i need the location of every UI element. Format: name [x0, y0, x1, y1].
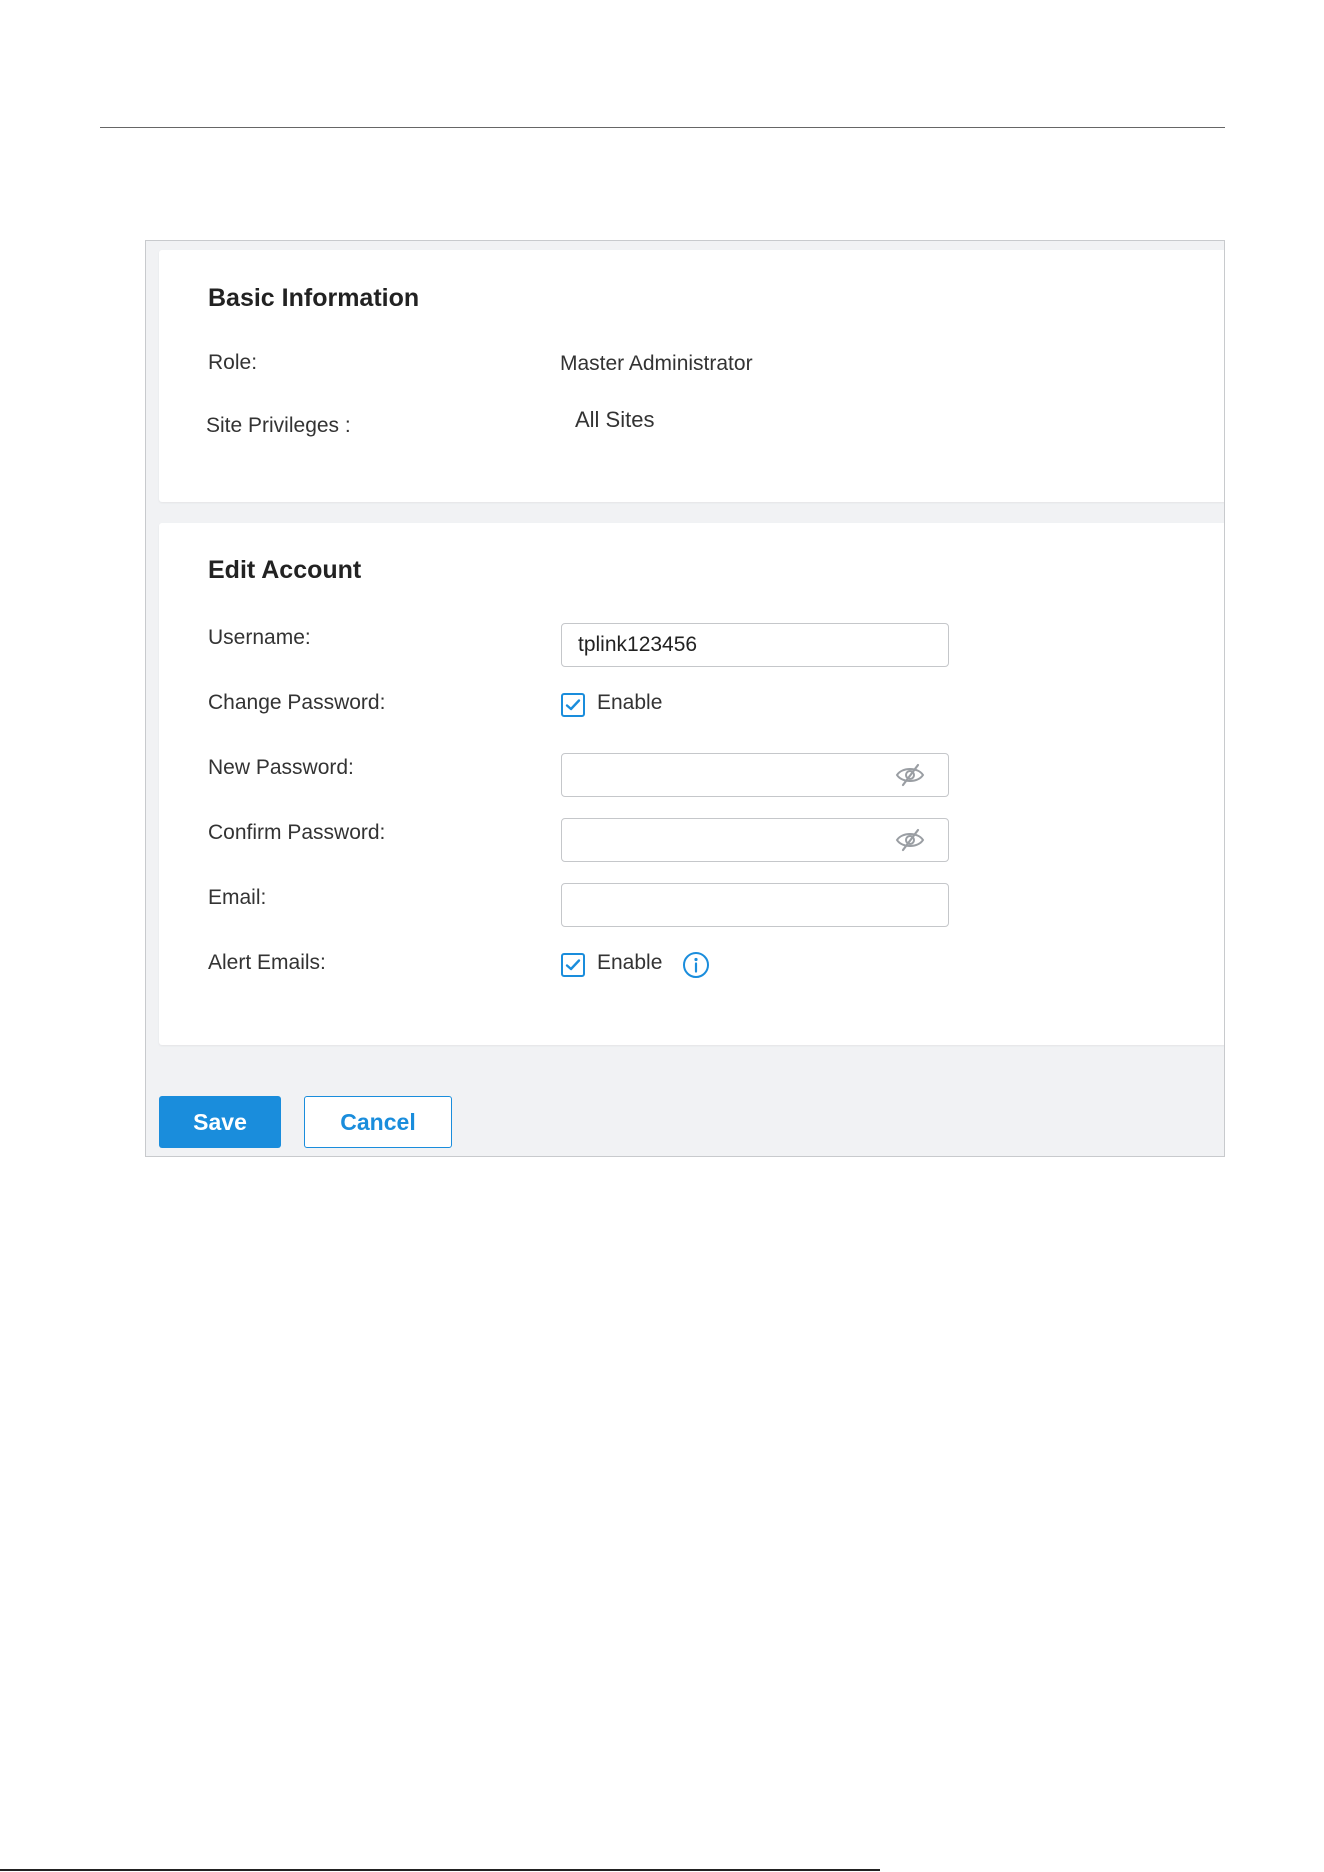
alert-emails-enable-label: Enable — [597, 951, 663, 974]
save-button[interactable]: Save — [159, 1096, 281, 1148]
basic-information-card: Basic Information Role: Master Administr… — [159, 250, 1224, 502]
site-privileges-label: Site Privileges : — [206, 414, 351, 437]
eye-slash-icon — [895, 828, 925, 852]
page-footer-rule — [0, 1869, 880, 1871]
confirm-password-label: Confirm Password: — [208, 821, 386, 844]
role-value: Master Administrator — [560, 352, 753, 375]
cancel-button[interactable]: Cancel — [304, 1096, 452, 1148]
site-privileges-value: All Sites — [575, 407, 655, 432]
basic-information-title: Basic Information — [208, 284, 420, 312]
eye-slash-icon — [895, 763, 925, 787]
account-settings-panel: Basic Information Role: Master Administr… — [145, 240, 1225, 1157]
username-label: Username: — [208, 626, 311, 649]
alert-emails-checkbox[interactable] — [561, 953, 585, 977]
new-password-input[interactable] — [561, 753, 949, 797]
confirm-password-visibility-toggle[interactable] — [894, 826, 926, 854]
edit-account-title: Edit Account — [208, 556, 362, 584]
new-password-visibility-toggle[interactable] — [894, 761, 926, 789]
email-label: Email: — [208, 886, 267, 909]
checkmark-icon — [565, 959, 581, 971]
alert-emails-label: Alert Emails: — [208, 951, 326, 974]
new-password-label: New Password: — [208, 756, 354, 779]
page-header-rule — [100, 127, 1225, 128]
edit-account-card: Edit Account Username: Change Password: … — [159, 523, 1224, 1045]
checkmark-icon — [565, 699, 581, 711]
email-input[interactable] — [561, 883, 949, 927]
change-password-label: Change Password: — [208, 691, 386, 714]
username-input[interactable] — [561, 623, 949, 667]
info-icon[interactable] — [682, 951, 710, 979]
role-label: Role: — [208, 351, 258, 374]
change-password-checkbox[interactable] — [561, 693, 585, 717]
change-password-enable-label: Enable — [597, 691, 663, 714]
confirm-password-input[interactable] — [561, 818, 949, 862]
